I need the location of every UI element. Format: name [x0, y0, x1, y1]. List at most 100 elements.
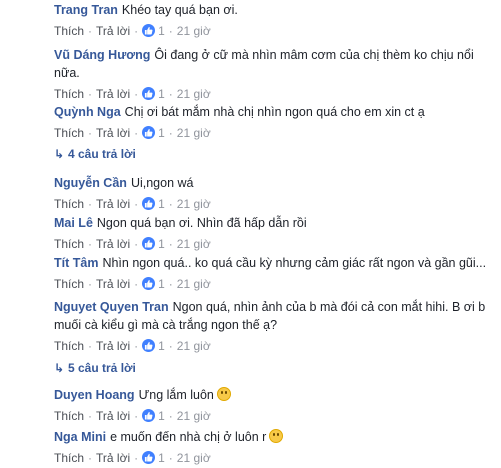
comment-text-continued: muối cà kiểu gì mà cà trắng ngon thế ạ?	[54, 318, 278, 332]
like-icon[interactable]	[142, 409, 156, 422]
comment: Nguyễn Cần Ui,ngon wá Thích · Trả lời · 1 · 21 …	[54, 174, 497, 212]
like-button[interactable]: Thích	[54, 24, 84, 38]
separator-dot: ·	[134, 409, 139, 423]
comment: Trang Tran Khéo tay quá bạn ơi. Thích · Trả…	[54, 1, 497, 39]
view-replies-link[interactable]: ↳ 5 câu trả lời	[54, 361, 136, 375]
comment-feed: Trang Tran Khéo tay quá bạn ơi. Thích · Trả…	[0, 0, 501, 468]
separator-dot: ·	[88, 24, 93, 38]
comment-actions: Thích · Trả lời · 1 · 21 giờ	[54, 338, 497, 354]
timestamp[interactable]: 21 giờ	[177, 24, 211, 38]
reply-button[interactable]: Trả lời	[96, 87, 130, 101]
timestamp[interactable]: 21 giờ	[177, 409, 211, 423]
timestamp[interactable]: 21 giờ	[177, 451, 211, 465]
like-icon[interactable]	[142, 277, 156, 290]
comment-author[interactable]: Mai Lê	[54, 216, 93, 230]
separator-dot: ·	[134, 24, 139, 38]
comment-text: Chị ơi bát mắm nhà chị nhìn ngon quá cho…	[124, 105, 425, 119]
reply-button[interactable]: Trả lời	[96, 237, 130, 251]
comment-author[interactable]: Nguyễn Cần	[54, 176, 127, 190]
like-button[interactable]: Thích	[54, 237, 84, 251]
timestamp[interactable]: 21 giờ	[177, 87, 211, 101]
like-count: 1	[158, 197, 165, 211]
view-replies-link[interactable]: ↳ 4 câu trả lời	[54, 147, 136, 161]
like-icon[interactable]	[142, 24, 156, 37]
separator-dot: ·	[88, 87, 93, 101]
comment: Nguyet Quyen Tran Ngon quá, nhìn ảnh của …	[54, 298, 497, 354]
comment: Quỳnh Nga Chị ơi bát mắm nhà chị nhìn ngo…	[54, 103, 497, 141]
like-button[interactable]: Thích	[54, 87, 84, 101]
comment-text: e muốn đến nhà chị ở luôn r	[110, 430, 267, 444]
like-count: 1	[158, 126, 165, 140]
comment-author[interactable]: Quỳnh Nga	[54, 105, 121, 119]
comment-author[interactable]: Trang Tran	[54, 3, 118, 17]
like-icon[interactable]	[142, 339, 156, 352]
timestamp[interactable]: 21 giờ	[177, 277, 211, 291]
separator-dot: ·	[168, 339, 173, 353]
reply-button[interactable]: Trả lời	[96, 409, 130, 423]
like-button[interactable]: Thích	[54, 197, 84, 211]
comment-author[interactable]: Tít Tâm	[54, 256, 98, 270]
comment-author[interactable]: Nguyet Quyen Tran	[54, 300, 169, 314]
like-icon[interactable]	[142, 451, 156, 464]
comment-actions: Thích · Trả lời · 1 · 21 giờ	[54, 450, 497, 466]
comment-author[interactable]: Vũ Dáng Hương	[54, 48, 150, 62]
smiley-emoji-icon	[216, 387, 231, 401]
separator-dot: ·	[168, 451, 173, 465]
comment-actions: Thích · Trả lời · 1 · 21 giờ	[54, 196, 497, 212]
separator-dot: ·	[168, 409, 173, 423]
comment-actions: Thích · Trả lời · 1 · 21 giờ	[54, 125, 497, 141]
comment-text: Ngon quá, nhìn ảnh của b mà đói cả con m…	[172, 300, 486, 314]
reply-arrow-icon: ↳	[54, 361, 65, 375]
like-button[interactable]: Thích	[54, 451, 84, 465]
comment: Vũ Dáng Hương Ôi đang ở cữ mà nhìn mâm cơ…	[54, 46, 497, 102]
separator-dot: ·	[88, 451, 93, 465]
reply-button[interactable]: Trả lời	[96, 126, 130, 140]
separator-dot: ·	[88, 197, 93, 211]
comment-author[interactable]: Duyen Hoang	[54, 388, 135, 402]
like-count: 1	[158, 339, 165, 353]
like-button[interactable]: Thích	[54, 409, 84, 423]
separator-dot: ·	[88, 237, 93, 251]
comment: Duyen Hoang Ưng lắm luôn Thích · Trả lời · 1 ·…	[54, 386, 497, 424]
separator-dot: ·	[88, 126, 93, 140]
separator-dot: ·	[168, 126, 173, 140]
smiley-emoji-icon	[269, 429, 284, 443]
timestamp[interactable]: 21 giờ	[177, 339, 211, 353]
separator-dot: ·	[168, 277, 173, 291]
reply-button[interactable]: Trả lời	[96, 24, 130, 38]
reply-arrow-icon: ↳	[54, 147, 65, 161]
separator-dot: ·	[134, 451, 139, 465]
comment-text: Ôi đang ở cữ mà nhìn mâm cơm của chị thè…	[154, 48, 474, 62]
comment-actions: Thích · Trả lời · 1 · 21 giờ	[54, 276, 497, 292]
like-count: 1	[158, 277, 165, 291]
comment-text: Ui,ngon wá	[130, 176, 194, 190]
comment-actions: Thích · Trả lời · 1 · 21 giờ	[54, 86, 497, 102]
reply-button[interactable]: Trả lời	[96, 197, 130, 211]
reply-button[interactable]: Trả lời	[96, 277, 130, 291]
separator-dot: ·	[134, 87, 139, 101]
comment-actions: Thích · Trả lời · 1 · 21 giờ	[54, 23, 497, 39]
replies-count[interactable]: 5 câu trả lời	[68, 361, 136, 375]
timestamp[interactable]: 21 giờ	[177, 237, 211, 251]
like-icon[interactable]	[142, 237, 156, 250]
separator-dot: ·	[134, 277, 139, 291]
timestamp[interactable]: 21 giờ	[177, 197, 211, 211]
like-button[interactable]: Thích	[54, 126, 84, 140]
comment-author[interactable]: Nga Mini	[54, 430, 106, 444]
reply-button[interactable]: Trả lời	[96, 451, 130, 465]
replies-count[interactable]: 4 câu trả lời	[68, 147, 136, 161]
like-button[interactable]: Thích	[54, 339, 84, 353]
separator-dot: ·	[134, 237, 139, 251]
like-icon[interactable]	[142, 197, 156, 210]
like-icon[interactable]	[142, 87, 156, 100]
reply-button[interactable]: Trả lời	[96, 339, 130, 353]
like-count: 1	[158, 409, 165, 423]
comment: Mai Lê Ngon quá bạn ơi. Nhìn đã hấp dẫn r…	[54, 214, 497, 252]
like-icon[interactable]	[142, 126, 156, 139]
separator-dot: ·	[88, 409, 93, 423]
comment-text: Khéo tay quá bạn ơi.	[121, 3, 238, 17]
comment: Nga Mini e muốn đến nhà chị ở luôn r Thíc…	[54, 428, 497, 466]
like-button[interactable]: Thích	[54, 277, 84, 291]
separator-dot: ·	[168, 87, 173, 101]
timestamp[interactable]: 21 giờ	[177, 126, 211, 140]
